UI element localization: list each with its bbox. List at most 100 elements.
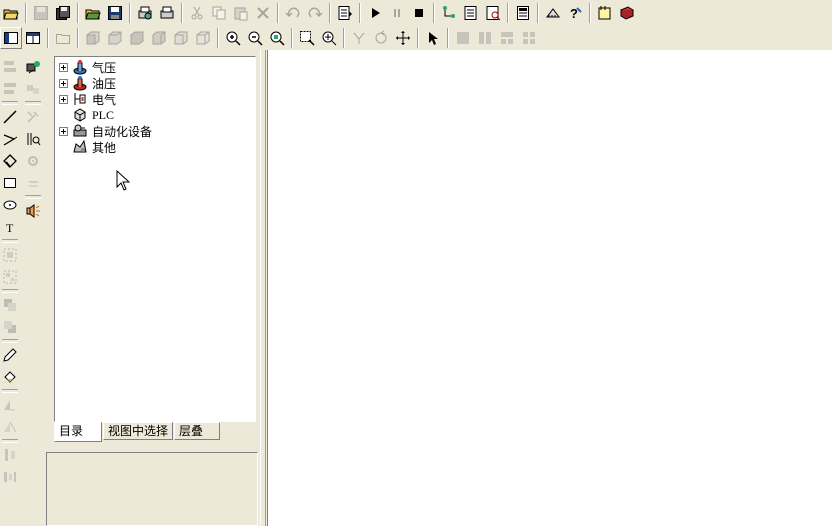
ellipse-tool-icon[interactable] xyxy=(0,194,20,216)
inspect-icon[interactable] xyxy=(482,2,504,24)
tree-item-label: 油压 xyxy=(92,76,117,91)
zoom-region-icon[interactable] xyxy=(318,27,340,49)
send-back-icon[interactable] xyxy=(0,316,20,338)
open-icon[interactable] xyxy=(0,2,22,24)
rectangle-tool-icon[interactable] xyxy=(0,172,20,194)
connect-icon[interactable] xyxy=(438,2,460,24)
book-icon[interactable] xyxy=(616,2,638,24)
tree-expander[interactable] xyxy=(59,94,68,104)
ungroup-icon[interactable] xyxy=(0,266,20,288)
flip-horizontal-icon[interactable] xyxy=(0,394,20,416)
print-preview-icon[interactable] xyxy=(134,2,156,24)
tree-expander[interactable] xyxy=(59,78,68,88)
copy-icon[interactable] xyxy=(208,2,230,24)
cube-back-icon[interactable] xyxy=(104,27,126,49)
tree-item-plc[interactable]: PLC xyxy=(59,107,114,123)
polygon-tool-icon[interactable] xyxy=(0,150,20,172)
report-icon[interactable] xyxy=(460,2,482,24)
zoom-window-icon[interactable] xyxy=(296,27,318,49)
page-icon[interactable] xyxy=(512,2,534,24)
tree-expander[interactable] xyxy=(59,126,68,136)
cube-right-icon[interactable] xyxy=(148,27,170,49)
open-folder-icon[interactable] xyxy=(82,2,104,24)
layers-icon[interactable] xyxy=(23,172,43,194)
polyline-tool-icon[interactable] xyxy=(0,128,20,150)
save-disabled-icon[interactable] xyxy=(30,2,52,24)
stop-icon[interactable] xyxy=(408,2,430,24)
snap-icon[interactable] xyxy=(348,27,370,49)
pencil-icon[interactable] xyxy=(0,344,20,366)
view-toolbar xyxy=(0,26,556,50)
pan-icon[interactable] xyxy=(392,27,414,49)
tree-item-automation[interactable]: 自动化设备 xyxy=(59,123,152,139)
flip-vertical-icon[interactable] xyxy=(0,416,20,438)
delete-icon[interactable] xyxy=(252,2,274,24)
folder-note-icon[interactable] xyxy=(594,2,616,24)
align-stack-icon[interactable] xyxy=(0,78,20,100)
tile-two-icon[interactable] xyxy=(474,27,496,49)
properties-icon[interactable] xyxy=(334,2,356,24)
zoom-fit-icon[interactable] xyxy=(266,27,288,49)
tree-item-hydraulic[interactable]: 油压 xyxy=(59,75,116,91)
cut-icon[interactable] xyxy=(186,2,208,24)
tree-item-label: 气压 xyxy=(92,60,117,75)
rotate-icon[interactable] xyxy=(370,27,392,49)
drawing-canvas[interactable] xyxy=(267,50,832,526)
paste-icon[interactable] xyxy=(230,2,252,24)
save-icon[interactable] xyxy=(104,2,126,24)
help-icon[interactable]: ? xyxy=(564,2,586,24)
tree-item-other[interactable]: 其他 xyxy=(59,139,116,155)
bring-front-icon[interactable] xyxy=(0,294,20,316)
group-icon[interactable] xyxy=(0,244,20,266)
zoom-out-icon[interactable] xyxy=(244,27,266,49)
folder-outline-icon[interactable] xyxy=(52,27,74,49)
automation-icon xyxy=(73,124,87,137)
hydraulic-icon xyxy=(73,76,87,91)
cube-front-icon[interactable] xyxy=(82,27,104,49)
main-toolbar: ? xyxy=(0,1,664,25)
pause-icon[interactable] xyxy=(386,2,408,24)
space-evenly-icon[interactable] xyxy=(0,466,20,488)
line-tool-icon[interactable] xyxy=(0,106,20,128)
zoom-in-icon[interactable] xyxy=(222,27,244,49)
print-icon[interactable] xyxy=(156,2,178,24)
tile-four-icon[interactable] xyxy=(518,27,540,49)
tree-item-label: PLC xyxy=(92,107,115,122)
tree-expander[interactable] xyxy=(59,62,68,72)
component-swap-icon[interactable] xyxy=(23,78,43,100)
fill-icon[interactable] xyxy=(0,366,20,388)
measure-icon[interactable] xyxy=(23,128,43,150)
align-left-icon[interactable] xyxy=(0,56,20,78)
drawing-toolbar: T xyxy=(0,56,19,488)
distribute-icon[interactable] xyxy=(0,444,20,466)
component-tree: 气压 油压 电气 PLC 自动化设备 其他 xyxy=(54,56,256,422)
text-tool-icon[interactable]: T xyxy=(0,216,20,238)
tree-item-pneumatic[interactable]: 气压 xyxy=(59,59,116,75)
speaker-icon[interactable] xyxy=(23,200,43,222)
view-split-icon[interactable] xyxy=(22,27,44,49)
cube-left-icon[interactable] xyxy=(126,27,148,49)
panel-splitter[interactable] xyxy=(260,50,266,526)
view-layout-icon[interactable] xyxy=(0,27,22,49)
cube-top-icon[interactable] xyxy=(170,27,192,49)
tile-one-icon[interactable] xyxy=(452,27,474,49)
select-icon[interactable] xyxy=(422,27,444,49)
tile-three-icon[interactable] xyxy=(496,27,518,49)
other-icon xyxy=(73,139,87,153)
redo-icon[interactable] xyxy=(304,2,326,24)
settings-icon[interactable] xyxy=(23,150,43,172)
electrical-icon xyxy=(74,93,86,105)
cube-iso-icon[interactable] xyxy=(192,27,214,49)
component-library-icon[interactable] xyxy=(23,56,43,78)
tab-catalog[interactable]: 目录 xyxy=(54,422,102,442)
play-icon[interactable] xyxy=(364,2,386,24)
save-all-icon[interactable] xyxy=(52,2,74,24)
tree-item-electrical[interactable]: 电气 xyxy=(59,91,116,107)
ruler-icon[interactable] xyxy=(542,2,564,24)
pneumatic-icon xyxy=(73,60,87,75)
tools-icon[interactable] xyxy=(23,106,43,128)
undo-icon[interactable] xyxy=(282,2,304,24)
tree-item-label: 自动化设备 xyxy=(92,124,153,139)
tab-selection-in-view[interactable]: 视图中选择 xyxy=(103,422,173,440)
tab-layers[interactable]: 层叠 xyxy=(174,422,220,440)
